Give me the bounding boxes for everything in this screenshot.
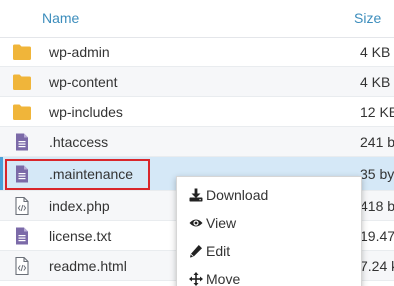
table-header: Name Size xyxy=(0,0,394,38)
column-header-name[interactable]: Name xyxy=(42,10,79,26)
selection-highlight-box xyxy=(5,159,150,190)
menu-item-move[interactable]: Move xyxy=(177,265,361,286)
file-size: 7.24 k xyxy=(360,258,394,274)
menu-item-label: Download xyxy=(206,187,269,203)
context-menu: Download View Edit Move xyxy=(176,176,362,286)
file-size: 4 KB xyxy=(360,44,391,60)
download-icon xyxy=(189,188,203,202)
text-file-icon xyxy=(16,227,28,245)
table-row[interactable]: wp-includes 12 KB xyxy=(0,97,394,127)
folder-icon xyxy=(13,74,31,90)
menu-item-label: Move xyxy=(206,271,241,286)
code-file-icon xyxy=(15,197,29,215)
file-name[interactable]: wp-admin xyxy=(49,44,110,60)
column-header-size[interactable]: Size xyxy=(354,10,381,26)
menu-item-label: View xyxy=(206,215,237,231)
file-name[interactable]: readme.html xyxy=(49,258,127,274)
eye-icon xyxy=(189,219,203,227)
file-name[interactable]: wp-includes xyxy=(49,104,123,120)
file-size: 4 KB xyxy=(360,74,391,90)
file-name[interactable]: license.txt xyxy=(49,228,111,244)
file-size: 19.47 xyxy=(360,228,394,244)
menu-item-label: Edit xyxy=(206,243,231,259)
folder-icon xyxy=(13,44,31,60)
menu-item-download[interactable]: Download xyxy=(177,181,361,209)
text-file-icon xyxy=(16,133,28,151)
folder-icon xyxy=(13,104,31,120)
move-arrows-icon xyxy=(189,272,203,286)
file-name[interactable]: index.php xyxy=(49,198,110,214)
file-size: 35 by xyxy=(360,166,394,182)
file-name[interactable]: .htaccess xyxy=(49,134,108,150)
file-size: 12 KB xyxy=(360,104,394,120)
menu-item-edit[interactable]: Edit xyxy=(177,237,361,265)
file-size: 418 b xyxy=(360,198,394,214)
table-row[interactable]: wp-admin 4 KB xyxy=(0,37,394,67)
table-row[interactable]: wp-content 4 KB xyxy=(0,67,394,97)
file-manager: Name Size wp-admin 4 KB wp-content 4 KB … xyxy=(0,0,394,286)
file-name[interactable]: wp-content xyxy=(49,74,117,90)
code-file-icon xyxy=(15,257,29,275)
menu-item-view[interactable]: View xyxy=(177,209,361,237)
table-row[interactable]: .htaccess 241 b xyxy=(0,127,394,157)
pencil-icon xyxy=(190,245,202,258)
file-size: 241 b xyxy=(360,134,394,150)
